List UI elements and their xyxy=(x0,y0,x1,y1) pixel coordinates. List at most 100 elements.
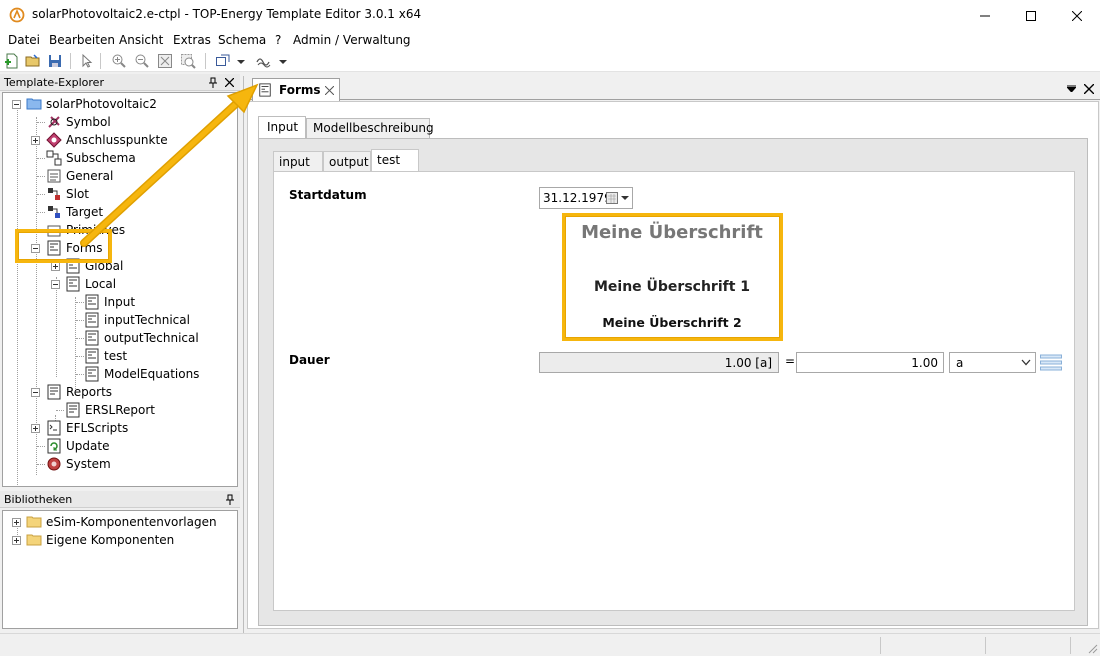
expand-toggle[interactable] xyxy=(51,262,60,271)
bibliotheken-header: Bibliotheken xyxy=(0,491,240,508)
system-icon xyxy=(47,457,61,471)
title-bar[interactable]: solarPhotovoltaic2.e-ctpl - TOP-Energy T… xyxy=(0,0,1100,31)
menu-extras[interactable]: Extras xyxy=(173,33,211,47)
startdatum-date-picker[interactable]: 31.12.1979 xyxy=(539,187,633,209)
tab-label: Input xyxy=(267,120,299,134)
zoom-fit-icon[interactable] xyxy=(157,53,173,69)
folder-icon xyxy=(26,534,42,546)
dropdown-arrow-icon[interactable] xyxy=(278,53,288,69)
pin-icon[interactable] xyxy=(225,494,235,505)
maximize-button[interactable] xyxy=(1008,0,1054,31)
form-icon xyxy=(85,348,99,364)
tab-modellbeschreibung[interactable]: Modellbeschreibung xyxy=(306,118,434,138)
tree-label: ModelEquations xyxy=(104,367,200,381)
subtab-input[interactable]: input xyxy=(273,151,323,171)
tree-label: outputTechnical xyxy=(104,331,199,345)
equals-sign: = xyxy=(785,354,796,368)
dauer-display-value: 1.00 [a] xyxy=(724,356,772,370)
headings-highlight-box xyxy=(562,213,783,341)
dropdown-arrow-icon[interactable] xyxy=(236,53,246,69)
tree-label: Symbol xyxy=(66,115,111,129)
tree-label: inputTechnical xyxy=(104,313,190,327)
tree-label: Subschema xyxy=(66,151,136,165)
app-logo-icon xyxy=(9,7,25,23)
zoom-in-icon[interactable] xyxy=(111,53,127,69)
form-icon xyxy=(85,366,99,382)
update-icon xyxy=(47,438,61,454)
list-menu-icon[interactable] xyxy=(1040,354,1062,371)
layout-icon[interactable] xyxy=(215,53,231,69)
script-icon xyxy=(47,420,61,436)
tab-menu-icon[interactable] xyxy=(1067,85,1076,92)
close-document-icon[interactable] xyxy=(1084,84,1094,94)
startdatum-label: Startdatum xyxy=(289,188,367,202)
symbol-icon xyxy=(48,116,60,128)
expand-toggle[interactable] xyxy=(12,518,21,527)
menu-admin[interactable]: Admin / Verwaltung xyxy=(293,33,411,47)
menu-help[interactable]: ? xyxy=(275,33,281,47)
tree-label: test xyxy=(104,349,128,363)
calendar-dropdown-icon[interactable] xyxy=(606,192,630,205)
close-button[interactable] xyxy=(1054,0,1100,31)
tree-label: Input xyxy=(104,295,136,309)
template-explorer-header: Template-Explorer xyxy=(0,74,240,91)
tree-label: Update xyxy=(66,439,110,453)
minimize-button[interactable] xyxy=(962,0,1008,31)
template-explorer-title: Template-Explorer xyxy=(4,76,104,89)
pointer-icon[interactable] xyxy=(78,53,94,69)
report-icon xyxy=(47,384,61,400)
zoom-out-icon[interactable] xyxy=(134,53,150,69)
menu-ansicht[interactable]: Ansicht xyxy=(119,33,163,47)
unit-selected-value: a xyxy=(956,356,964,370)
wave-icon[interactable] xyxy=(256,53,272,69)
form-icon xyxy=(259,83,271,97)
form-icon xyxy=(85,294,99,310)
zoom-area-icon[interactable] xyxy=(180,53,196,69)
tree-label: EFLScripts xyxy=(66,421,129,435)
tab-label: test xyxy=(377,153,401,167)
window-title: solarPhotovoltaic2.e-ctpl - TOP-Energy T… xyxy=(32,7,422,21)
forms-tab-label: Forms xyxy=(279,83,321,97)
menu-schema[interactable]: Schema xyxy=(218,33,266,47)
dauer-input[interactable]: 1.00 xyxy=(796,352,944,373)
expand-toggle[interactable] xyxy=(12,536,21,545)
report-icon xyxy=(66,402,80,418)
collapse-toggle[interactable] xyxy=(31,388,40,397)
collapse-toggle[interactable] xyxy=(12,100,21,109)
close-panel-icon[interactable] xyxy=(225,78,234,87)
tree-label: eSim-Komponentenvorlagen xyxy=(46,515,217,529)
startdatum-value: 31.12.1979 xyxy=(543,191,612,205)
close-tab-icon[interactable] xyxy=(325,86,334,95)
dauer-display-field: 1.00 [a] xyxy=(539,352,779,373)
expand-toggle[interactable] xyxy=(31,136,40,145)
forms-document-tab[interactable]: Forms xyxy=(252,78,340,101)
tab-label: Modellbeschreibung xyxy=(313,121,434,135)
tree-item-root[interactable]: solarPhotovoltaic2 xyxy=(26,95,206,113)
save-icon[interactable] xyxy=(47,53,63,69)
slot-icon xyxy=(48,188,60,200)
target-icon xyxy=(48,206,60,218)
subtab-test[interactable]: test xyxy=(371,149,419,172)
open-folder-icon[interactable] xyxy=(25,53,41,69)
menu-bearbeiten[interactable]: Bearbeiten xyxy=(49,33,115,47)
form-icon xyxy=(66,276,80,292)
bibliotheken-title: Bibliotheken xyxy=(4,493,73,506)
menu-bar: Datei Bearbeiten Ansicht Extras Schema ?… xyxy=(0,31,1100,50)
expand-toggle[interactable] xyxy=(31,424,40,433)
collapse-toggle[interactable] xyxy=(51,280,60,289)
dauer-input-value: 1.00 xyxy=(911,356,938,370)
subtab-output[interactable]: output xyxy=(323,151,371,171)
forms-highlight-box xyxy=(15,229,112,263)
pin-icon[interactable] xyxy=(208,77,218,88)
tree-label: General xyxy=(66,169,114,183)
dauer-label: Dauer xyxy=(289,353,330,367)
unit-select[interactable]: a xyxy=(949,352,1036,373)
chevron-down-icon xyxy=(1021,359,1031,366)
menu-datei[interactable]: Datei xyxy=(8,33,40,47)
connection-points-icon xyxy=(46,132,62,148)
tab-input[interactable]: Input xyxy=(258,116,306,138)
resize-grip-icon[interactable] xyxy=(1086,642,1098,654)
new-file-icon[interactable] xyxy=(4,53,20,69)
tree-label: Slot xyxy=(66,187,89,201)
document-tab-strip: Forms xyxy=(244,76,1100,101)
